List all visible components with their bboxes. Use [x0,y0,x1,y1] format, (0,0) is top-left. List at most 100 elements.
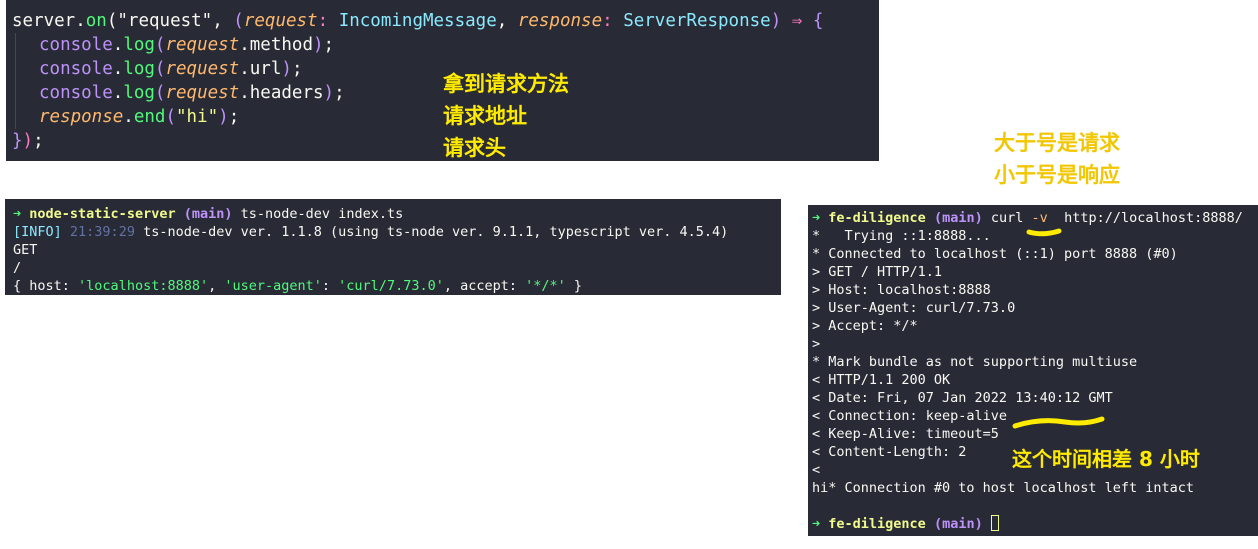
curl-line [812,497,1258,515]
curl-line: > Accept: */* [812,318,918,334]
terminal-curl-output[interactable]: ➜ fe-diligence (main) curl -v http://loc… [808,205,1258,536]
code-token: ) [281,59,292,79]
code-token: ; [33,131,44,151]
code-token: . [75,11,86,31]
code-token: ; [291,59,303,79]
annotation-headers: 请求头 [443,136,506,160]
code-token: IncomingMessage [338,11,497,31]
code-token: ; [228,107,240,127]
code-token: .method [239,35,313,55]
prompt-directory: fe-diligence [828,516,926,532]
code-token: : [602,11,624,31]
code-token: ( [154,83,166,103]
prompt-branch: (main) [933,516,983,532]
terminal-prompt-line[interactable]: ➜ fe-diligence (main) [812,515,1258,533]
code-token: request [165,35,240,55]
code-token: ( [106,11,118,31]
code-token: console [39,59,113,79]
code-token: ) [770,11,782,31]
code-token: ⇒ [781,11,813,31]
curl-line: < HTTP/1.1 200 OK [812,372,951,388]
indent-guide [15,57,39,81]
code-line-1: server.on("request", (request: IncomingM… [12,9,879,33]
info-text: ts-node-dev ver. 1.1.8 (using ts-node ve… [143,224,729,240]
prompt-arrow-icon: ➜ [812,516,821,532]
command-url: http://localhost:8888/ [1064,210,1243,226]
info-time: 21:39:29 [69,224,135,240]
code-token: request [165,83,240,103]
code-token: . [123,107,134,127]
code-token: ; [334,83,345,103]
terminal-command: ts-node-dev index.ts [240,206,404,222]
annotation-method: 拿到请求方法 [443,72,569,96]
info-tag: [INFO] [13,224,62,240]
curl-line: * Connected to localhost (::1) port 8888… [812,246,1178,262]
curl-line: > GET / HTTP/1.1 [812,264,943,280]
code-token: log [123,83,155,103]
code-token: request [165,59,240,79]
code-token: , [496,11,518,31]
code-token: on [85,11,107,31]
token: host: [29,278,79,294]
code-token: , [212,11,234,31]
terminal-output-url: / [13,260,22,276]
code-token: "hi" [176,107,219,127]
prompt-branch: (main) [183,206,233,222]
cursor-icon [990,515,999,531]
code-token: .headers [239,83,324,103]
code-line-2: console.log(request.method); [12,33,879,57]
terminal-command: curl [990,210,1024,226]
code-token: { [812,11,824,31]
code-token: console [39,83,113,103]
code-token: ) [323,83,335,103]
code-token: : [317,11,339,31]
curl-line: > User-Agent: curl/7.73.0 [812,300,1016,316]
token: } [565,278,583,294]
code-token: ) [218,107,229,127]
code-token: ; [323,35,335,55]
code-token: ) [22,131,34,151]
code-token: server [12,11,76,31]
indent-guide [15,105,39,129]
code-token: . [112,59,124,79]
prompt-arrow-icon: ➜ [812,210,821,226]
code-token: response [39,107,124,127]
token: 'localhost:8888' [78,278,209,294]
curl-line: > [812,336,821,352]
token: 'user-agent' [224,278,322,294]
code-token: . [112,35,124,55]
code-token: log [123,59,155,79]
code-token: . [112,83,124,103]
code-token: log [123,35,155,55]
curl-line: < Date: Fri, 07 Jan 2022 13:40:12 GMT [812,390,1113,406]
terminal-info-line: [INFO] 21:39:29 ts-node-dev ver. 1.1.8 (… [13,223,781,241]
annotation-greater-than: 大于号是请求 [994,131,1120,155]
code-token: end [133,107,166,127]
token: 'curl/7.73.0' [338,278,444,294]
annotation-less-than: 小于号是响应 [994,163,1120,187]
annotation-url: 请求地址 [443,104,527,128]
code-token: .url [239,59,282,79]
terminal-server-output[interactable]: ➜ node-static-server (main) ts-node-dev … [5,199,781,295]
code-token: ( [154,59,166,79]
code-token: ( [154,35,166,55]
terminal-output-method: GET [13,242,38,258]
indent-guide [15,33,39,57]
code-token: response [517,11,603,31]
code-token: ServerResponse [623,11,771,31]
curl-line: hi* Connection #0 to host localhost left… [812,480,1195,496]
token: , [443,278,461,294]
code-token: console [39,35,113,55]
code-token: } [12,131,23,151]
code-token: ( [165,107,176,127]
token: : [321,278,339,294]
prompt-branch: (main) [933,210,983,226]
token: { [13,278,30,294]
token: , [208,278,225,294]
prompt-arrow-icon: ➜ [13,206,22,222]
indent-guide [15,81,39,105]
prompt-directory: fe-diligence [828,210,926,226]
terminal-prompt-line: ➜ node-static-server (main) ts-node-dev … [13,205,781,223]
annotation-time-diff: 这个时间相差 8 小时 [1012,447,1200,471]
token: '*/*' [525,278,566,294]
